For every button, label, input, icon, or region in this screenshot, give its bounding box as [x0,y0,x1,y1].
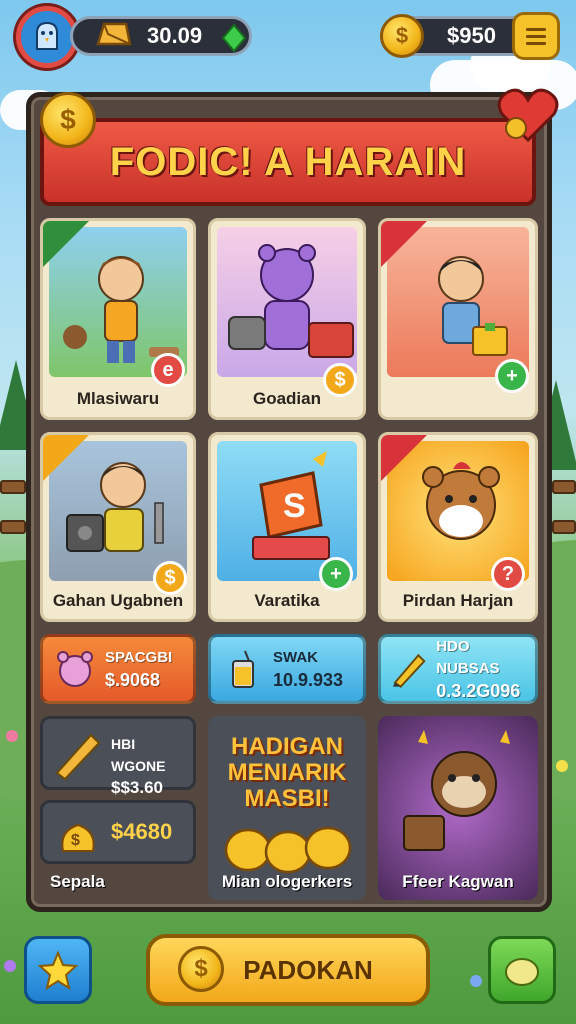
card-badge[interactable]: e [151,353,185,387]
card-art [217,227,357,377]
pink-bear-icon [57,651,93,687]
offer-tile[interactable]: $ $4680 [40,800,196,864]
coin-value: $950 [447,23,496,48]
offer-title: SWAK [273,649,318,666]
offer-title: HDO NUBSAS [436,638,500,677]
card-badge[interactable]: ? [491,557,525,591]
secondary-action-button[interactable] [488,936,556,1004]
menu-icon [526,28,546,45]
bird-icon [36,21,58,50]
svg-text:S: S [283,487,306,525]
gem-icon[interactable] [222,24,246,52]
offer-price: $$3.60 [111,778,163,797]
favorites-button[interactable] [24,936,92,1004]
new-tag [43,221,89,267]
tile-label: Mian ologerkers [221,872,353,891]
purple-bear-icon [228,244,354,358]
offer-tile[interactable]: HDO NUBSAS 0.3.2G096 [378,634,538,704]
offer-price: 0.3.2G096 [436,681,521,701]
sale-tag [43,435,89,481]
menu-button[interactable] [512,12,560,60]
tile-label: Ffeer Kagwan [402,872,514,891]
card-badge[interactable]: + [495,359,529,393]
offer-title: SPACGBI [105,649,173,666]
heart-icon[interactable] [496,84,560,144]
svg-text:$: $ [71,832,80,849]
star-icon [38,950,78,990]
coin-icon: $ [380,14,424,58]
offer-title: HBI WGONE [111,736,166,774]
offer-price: $4680 [111,819,173,844]
card-label: Mlasiwaru [76,389,160,408]
primary-action-label: PADOKAN [243,954,373,985]
shop-card[interactable]: $ Gahan Ugabnen [40,432,196,622]
coin-stack-icon [224,826,352,874]
tile-label: Sepala [50,872,105,891]
gold-bar-icon [96,22,132,46]
promo-tile[interactable]: Ffeer Kagwan [378,716,538,900]
banner-coin-icon: $ [40,92,96,148]
limited-tag [381,435,427,481]
top-bar: 30.09 $950 $ [0,0,576,76]
shop-card[interactable]: e Mlasiwaru [40,218,196,420]
shop-card[interactable]: $ Goadian [208,218,366,420]
promo-text: HADIGAN MENIARIK MASBI! [227,733,347,812]
button-coin-icon: $ [178,946,224,992]
offer-tile[interactable]: SWAK 10.9.933 [208,634,366,704]
card-label: Gahan Ugabnen [52,591,184,610]
card-label: Pirdan Harjan [402,591,514,610]
card-badge[interactable]: $ [153,561,187,595]
card-badge[interactable]: + [319,557,353,591]
card-label: Goadian [252,389,321,408]
offer-price: 10.9.933 [273,670,344,690]
card-label: Varatika [254,591,320,610]
offer-price: $.9068 [105,670,161,690]
pen-icon [55,733,101,781]
raccoon-icon [403,730,510,851]
hot-tag [381,221,427,267]
offer-tile[interactable]: SPACGBI $.9068 [40,634,196,704]
bag-icon [505,958,539,986]
pencil-icon [392,653,426,688]
shop-banner: FODIC! A HARAIN [40,118,536,206]
shop-card[interactable]: + [378,218,538,420]
drink-icon [232,650,254,688]
player-avatar[interactable] [16,6,78,68]
shop-card[interactable]: ? Pirdan Harjan [378,432,538,622]
money-bag-icon: $ [61,823,95,852]
shop-card[interactable]: S + Varatika [208,432,366,622]
banner-title: FODIC! A HARAIN [109,139,467,184]
gold-value: 30.09 [147,23,203,48]
offer-tile[interactable]: HBI WGONE $$3.60 [40,716,196,797]
promo-tile[interactable]: HADIGAN MENIARIK MASBI! Mian ologerkers [208,716,366,900]
